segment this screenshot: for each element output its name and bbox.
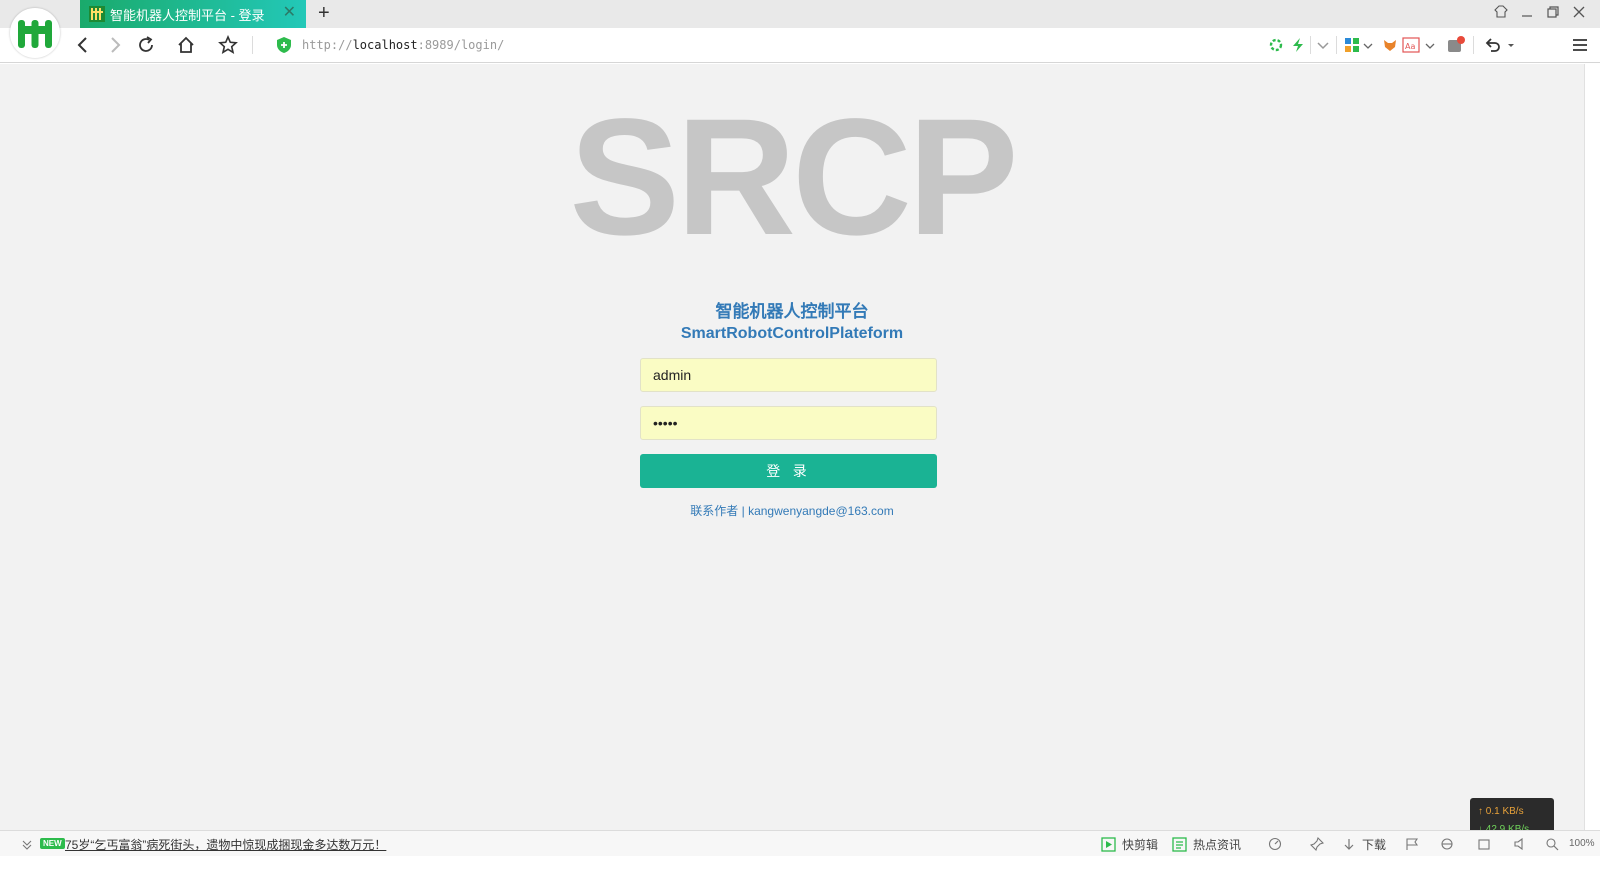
close-tab-icon[interactable]: ✕ xyxy=(283,5,296,21)
quick-clip-label: 快剪辑 xyxy=(1122,838,1159,852)
contact-email-link[interactable]: kangwenyangde@163.com xyxy=(748,504,894,518)
browser-statusbar: NEW 75岁“乞丐富翁”病死街头，遗物中惊现成捆现金多达数万元！ 快剪辑 热点… xyxy=(0,830,1600,856)
undo-icon[interactable] xyxy=(1483,35,1503,55)
url-protocol: http:// xyxy=(302,38,353,52)
browser-tab-active[interactable]: 智能机器人控制平台 - 登录 ✕ xyxy=(80,0,306,28)
skin-icon[interactable] xyxy=(1494,5,1508,19)
forward-icon[interactable] xyxy=(105,35,125,55)
hot-news-label: 热点资讯 xyxy=(1193,838,1242,852)
username-input[interactable] xyxy=(640,358,937,392)
apps-grid-icon[interactable] xyxy=(1344,35,1360,55)
tab-title: 智能机器人控制平台 - 登录 xyxy=(110,7,265,23)
address-url[interactable]: http://localhost:8989/login/ xyxy=(302,38,504,52)
browser-tabbar: 智能机器人控制平台 - 登录 ✕ + xyxy=(0,0,1600,28)
window-controls xyxy=(1494,5,1586,19)
zoom-level[interactable]: 100% xyxy=(1569,838,1595,849)
zoom-icon[interactable] xyxy=(1545,837,1559,851)
chevron-down-icon[interactable] xyxy=(1505,35,1517,55)
chevron-down-icon[interactable] xyxy=(1315,35,1331,55)
minimize-icon[interactable] xyxy=(1520,5,1534,19)
platform-title-cn: 智能机器人控制平台 xyxy=(715,302,869,321)
pin-icon[interactable] xyxy=(1310,837,1324,851)
contact-label: 联系作者 | xyxy=(690,504,749,518)
chevron-down-icon[interactable] xyxy=(20,837,34,851)
flag-icon[interactable] xyxy=(1405,837,1419,851)
url-host: localhost xyxy=(352,38,418,52)
divider xyxy=(1336,36,1337,54)
ie-compat-icon[interactable] xyxy=(1440,837,1454,851)
browser-logo-icon xyxy=(13,11,57,55)
download-label: 下载 xyxy=(1362,838,1387,852)
divider xyxy=(252,36,253,54)
new-tab-button[interactable]: + xyxy=(318,3,330,23)
shield-icon xyxy=(277,37,291,53)
news-icon xyxy=(1172,837,1187,852)
browser-navbar: http://localhost:8989/login/ Aa xyxy=(0,28,1600,63)
chevron-down-icon[interactable] xyxy=(1424,35,1436,55)
contact-author: 联系作者 | kangwenyangde@163.com xyxy=(0,502,1584,519)
divider xyxy=(1473,36,1474,54)
window-icon[interactable] xyxy=(1477,837,1491,851)
download-icon xyxy=(1344,838,1354,850)
news-ticker-link[interactable]: 75岁“乞丐富翁”病死街头，遗物中惊现成捆现金多达数万元！ xyxy=(65,836,386,853)
address-bar[interactable]: http://localhost:8989/login/ xyxy=(265,32,1265,58)
menu-icon[interactable] xyxy=(1570,35,1590,55)
loading-icon[interactable] xyxy=(1268,35,1284,55)
vertical-scrollbar[interactable] xyxy=(1584,64,1600,830)
star-icon[interactable] xyxy=(218,35,238,55)
quick-clip-button[interactable]: 快剪辑 xyxy=(1101,836,1158,853)
restore-icon[interactable] xyxy=(1546,5,1560,19)
hot-news-button[interactable]: 热点资讯 xyxy=(1172,836,1241,853)
browser-logo[interactable] xyxy=(10,8,60,58)
speed-icon[interactable] xyxy=(1268,837,1282,851)
login-button[interactable]: 登 录 xyxy=(640,454,937,488)
home-icon[interactable] xyxy=(176,35,196,55)
password-input[interactable] xyxy=(640,406,937,440)
back-icon[interactable] xyxy=(73,35,93,55)
upload-speed: ↑ 0.1 KB/s xyxy=(1478,806,1524,817)
page-logo-text: SRCP xyxy=(569,85,1018,270)
play-icon xyxy=(1101,837,1116,852)
fox-extension-icon[interactable] xyxy=(1382,35,1398,55)
platform-title-en: SmartRobotControlPlateform xyxy=(680,325,904,342)
login-page: SRCP 智能机器人控制平台 SmartRobotControlPlatefor… xyxy=(0,64,1584,830)
robot-favicon-icon xyxy=(89,6,105,22)
notification-icon[interactable] xyxy=(1446,35,1466,55)
divider xyxy=(1310,36,1311,54)
close-window-icon[interactable] xyxy=(1572,5,1586,19)
volume-icon[interactable] xyxy=(1513,837,1527,851)
download-button[interactable]: 下载 xyxy=(1342,836,1386,853)
pdf-extension-icon[interactable]: Aa xyxy=(1402,35,1420,55)
reload-icon[interactable] xyxy=(136,35,156,55)
new-badge: NEW xyxy=(40,838,65,849)
url-path: :8989/login/ xyxy=(417,38,505,52)
lightning-icon[interactable] xyxy=(1290,35,1306,55)
chevron-down-icon[interactable] xyxy=(1362,35,1374,55)
svg-text:Aa: Aa xyxy=(1405,42,1415,51)
